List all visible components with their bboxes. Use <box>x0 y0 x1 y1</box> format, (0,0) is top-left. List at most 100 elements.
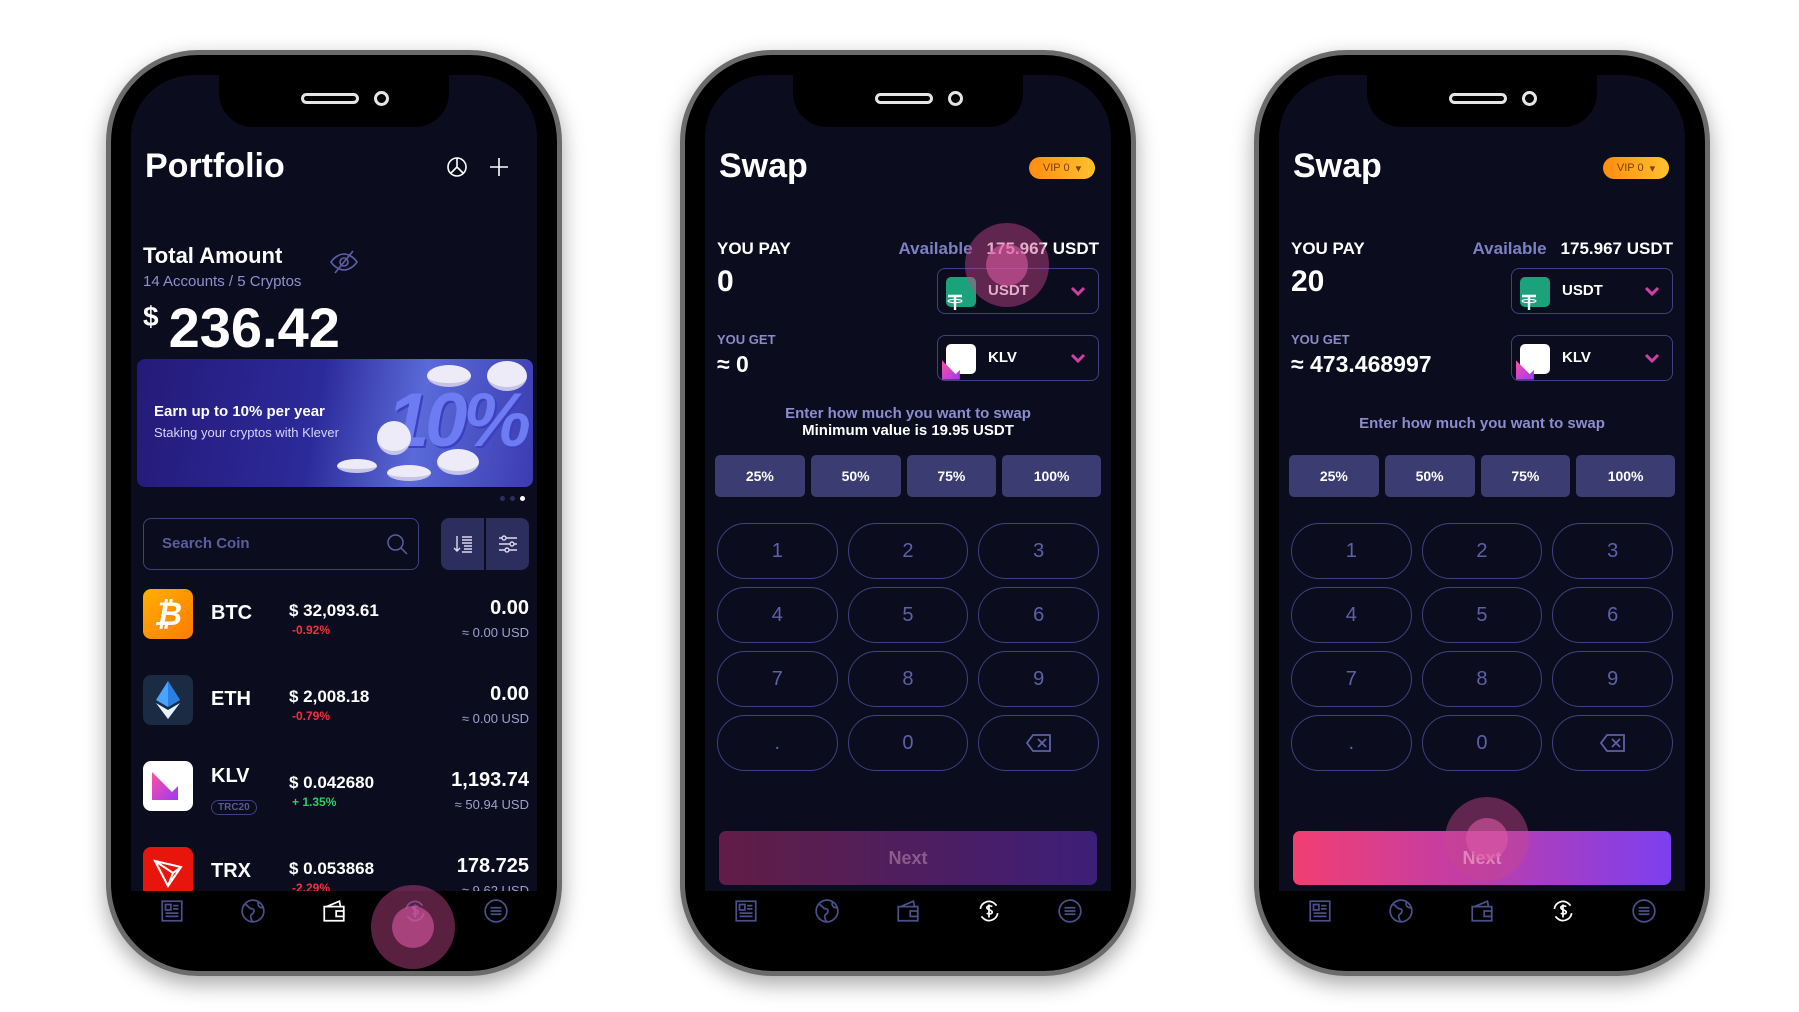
ethereum-icon <box>143 675 193 725</box>
key-5[interactable]: 5 <box>847 587 969 643</box>
klever-icon <box>942 344 976 380</box>
dot[interactable] <box>500 496 505 501</box>
search-coin-input[interactable]: Search Coin <box>143 518 419 570</box>
nav-wallet[interactable] <box>1467 896 1497 926</box>
bottom-nav <box>705 881 1111 941</box>
swap-screen: Swap VIP 0 ▾ YOU PAY Available 175.967 USD… <box>705 75 1111 891</box>
minimum-value-text: Minimum value is 19.95 USDT <box>802 422 1014 439</box>
key-3[interactable]: 3 <box>1552 523 1673 579</box>
key-7[interactable]: 7 <box>717 651 838 707</box>
vip-badge[interactable]: VIP 0 ▾ <box>1029 157 1095 179</box>
notch <box>1367 75 1597 127</box>
carousel-dots[interactable] <box>500 496 525 501</box>
sort-button[interactable] <box>441 518 486 570</box>
pct-75-button[interactable]: 75% <box>906 455 997 497</box>
coin-row-eth[interactable]: ETH $ 2,008.18 -0.79% 0.00 ≈ 0.00 USD <box>143 675 529 735</box>
key-6[interactable]: 6 <box>978 587 1099 643</box>
get-amount: ≈ 473.468997 <box>1291 351 1432 377</box>
coin-row-klv[interactable]: KLV TRC20 $ 0.042680 + 1.35% 1,193.74 ≈ … <box>143 761 529 821</box>
key-8[interactable]: 8 <box>847 651 969 707</box>
key-backspace[interactable] <box>1552 715 1673 771</box>
bottom-nav <box>131 881 537 941</box>
backspace-icon <box>1599 734 1625 752</box>
dot-active[interactable] <box>520 496 525 501</box>
pay-token-name: USDT <box>1562 282 1603 299</box>
nav-swap[interactable] <box>974 896 1004 926</box>
get-token-select[interactable]: KLV <box>1511 335 1673 381</box>
coin-row-btc[interactable]: ₿ BTC $ 32,093.61 -0.92% 0.00 ≈ 0.00 USD <box>143 589 529 649</box>
pct-25-button[interactable]: 25% <box>1289 455 1379 497</box>
chevron-down-icon <box>1070 353 1086 364</box>
pct-75-button[interactable]: 75% <box>1480 455 1571 497</box>
key-0[interactable]: 0 <box>1421 715 1543 771</box>
caret-down-icon: ▾ <box>1649 162 1656 175</box>
nav-menu[interactable] <box>481 896 511 926</box>
nav-news[interactable] <box>1305 896 1335 926</box>
coin-usd-value: ≈ 0.00 USD <box>461 625 529 640</box>
phone-swap-empty: Swap VIP 0 ▾ YOU PAY Available 175.967 USD… <box>680 50 1136 976</box>
next-button[interactable]: Next <box>719 831 1097 885</box>
key-0[interactable]: 0 <box>847 715 969 771</box>
menu-icon <box>1632 899 1657 923</box>
nav-swap[interactable] <box>1548 896 1578 926</box>
total-value-number: 236.42 <box>168 296 340 359</box>
coin-change: + 1.35% <box>292 795 337 809</box>
key-2[interactable]: 2 <box>847 523 969 579</box>
pay-amount: 0 <box>717 265 734 298</box>
portfolio-screen: Portfolio Total Amount 14 Accounts / 5 C… <box>131 75 537 891</box>
pay-token-select[interactable]: USDT <box>1511 268 1673 314</box>
get-token-name: KLV <box>1562 349 1591 366</box>
nav-explore[interactable] <box>1386 896 1416 926</box>
nav-explore[interactable] <box>238 896 268 926</box>
key-decimal[interactable]: . <box>1291 715 1412 771</box>
staking-banner[interactable]: Earn up to 10% per year Staking your cry… <box>137 359 533 487</box>
chart-pie-icon[interactable] <box>445 155 469 179</box>
key-9[interactable]: 9 <box>978 651 1099 707</box>
nav-menu[interactable] <box>1055 896 1085 926</box>
key-8[interactable]: 8 <box>1421 651 1543 707</box>
key-5[interactable]: 5 <box>1421 587 1543 643</box>
klever-icon <box>143 761 193 811</box>
vip-badge[interactable]: VIP 0 ▾ <box>1603 157 1669 179</box>
key-backspace[interactable] <box>978 715 1099 771</box>
key-4[interactable]: 4 <box>717 587 838 643</box>
key-9[interactable]: 9 <box>1552 651 1673 707</box>
nav-news[interactable] <box>731 896 761 926</box>
coin-symbol: TRX <box>211 860 251 882</box>
bitcoin-icon: ₿ <box>143 589 193 639</box>
pct-50-button[interactable]: 50% <box>810 455 901 497</box>
pay-amount: 20 <box>1291 265 1325 298</box>
nav-wallet[interactable] <box>893 896 923 926</box>
camera <box>374 91 389 106</box>
speaker <box>875 93 933 104</box>
chevron-down-icon <box>1644 353 1660 364</box>
key-7[interactable]: 7 <box>1291 651 1412 707</box>
get-token-select[interactable]: KLV <box>937 335 1099 381</box>
pct-25-button[interactable]: 25% <box>715 455 805 497</box>
filter-button[interactable] <box>486 518 529 570</box>
coin-symbol: ETH <box>211 688 251 710</box>
pct-100-button[interactable]: 100% <box>1576 455 1675 497</box>
dot[interactable] <box>510 496 515 501</box>
pct-50-button[interactable]: 50% <box>1384 455 1475 497</box>
pct-100-button[interactable]: 100% <box>1002 455 1101 497</box>
keypad: 1 2 3 4 5 6 7 8 9 . 0 <box>1291 523 1673 771</box>
add-icon[interactable] <box>487 155 511 179</box>
key-4[interactable]: 4 <box>1291 587 1412 643</box>
key-decimal[interactable]: . <box>717 715 838 771</box>
swap-icon <box>979 900 999 922</box>
speaker <box>1449 93 1507 104</box>
nav-wallet[interactable] <box>319 896 349 926</box>
key-2[interactable]: 2 <box>1421 523 1543 579</box>
nav-menu[interactable] <box>1629 896 1659 926</box>
nav-explore[interactable] <box>812 896 842 926</box>
swap-screen: Swap VIP 0 ▾ YOU PAY Available 175.967 USD… <box>1279 75 1685 891</box>
tap-indicator <box>1445 797 1529 881</box>
key-6[interactable]: 6 <box>1552 587 1673 643</box>
hide-balance-icon[interactable] <box>329 250 359 279</box>
available-value: 175.967 USDT <box>1560 239 1673 258</box>
key-1[interactable]: 1 <box>1291 523 1412 579</box>
key-1[interactable]: 1 <box>717 523 838 579</box>
key-3[interactable]: 3 <box>978 523 1099 579</box>
nav-news[interactable] <box>157 896 187 926</box>
